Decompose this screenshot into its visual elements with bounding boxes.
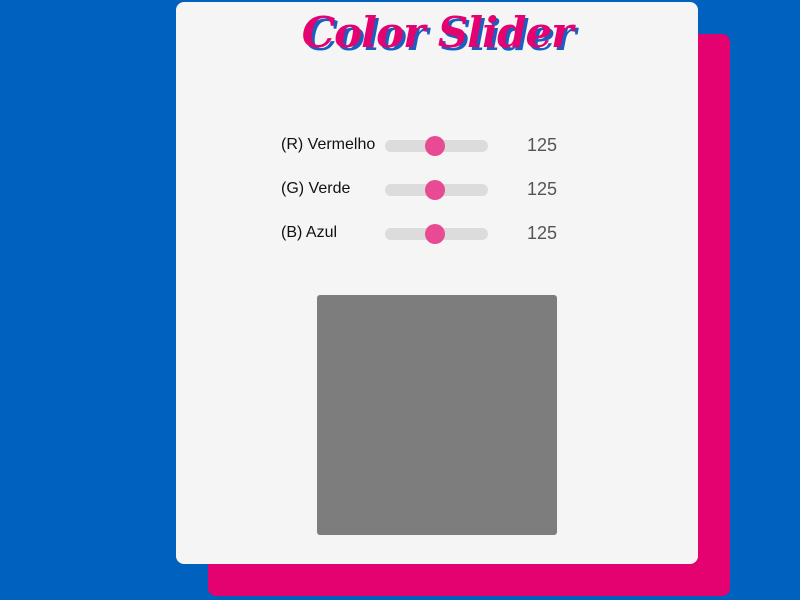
slider-track-red[interactable]: [385, 136, 488, 156]
slider-label-red: (R) Vermelho: [281, 136, 376, 153]
slider-thumb-green[interactable]: [425, 180, 446, 200]
color-slider-card: Color Slider (R) Vermelho 125 (G) Verde …: [176, 2, 698, 564]
slider-label-blue: (B) Azul: [281, 224, 338, 241]
slider-label-green: (G) Verde: [281, 180, 351, 197]
slider-track-blue[interactable]: [385, 224, 488, 244]
slider-value-red: 125: [526, 135, 557, 155]
slider-thumb-blue[interactable]: [425, 224, 446, 244]
slider-row-red: (R) Vermelho 125: [281, 134, 571, 158]
slider-row-blue: (B) Azul 125: [281, 222, 571, 246]
page-title: Color Slider: [301, 8, 574, 57]
slider-value-blue: 125: [526, 223, 557, 243]
slider-track-green[interactable]: [385, 180, 488, 200]
color-preview: [317, 295, 557, 535]
slider-row-green: (G) Verde 125: [281, 178, 571, 202]
slider-thumb-red[interactable]: [425, 136, 446, 156]
slider-value-green: 125: [526, 179, 557, 199]
